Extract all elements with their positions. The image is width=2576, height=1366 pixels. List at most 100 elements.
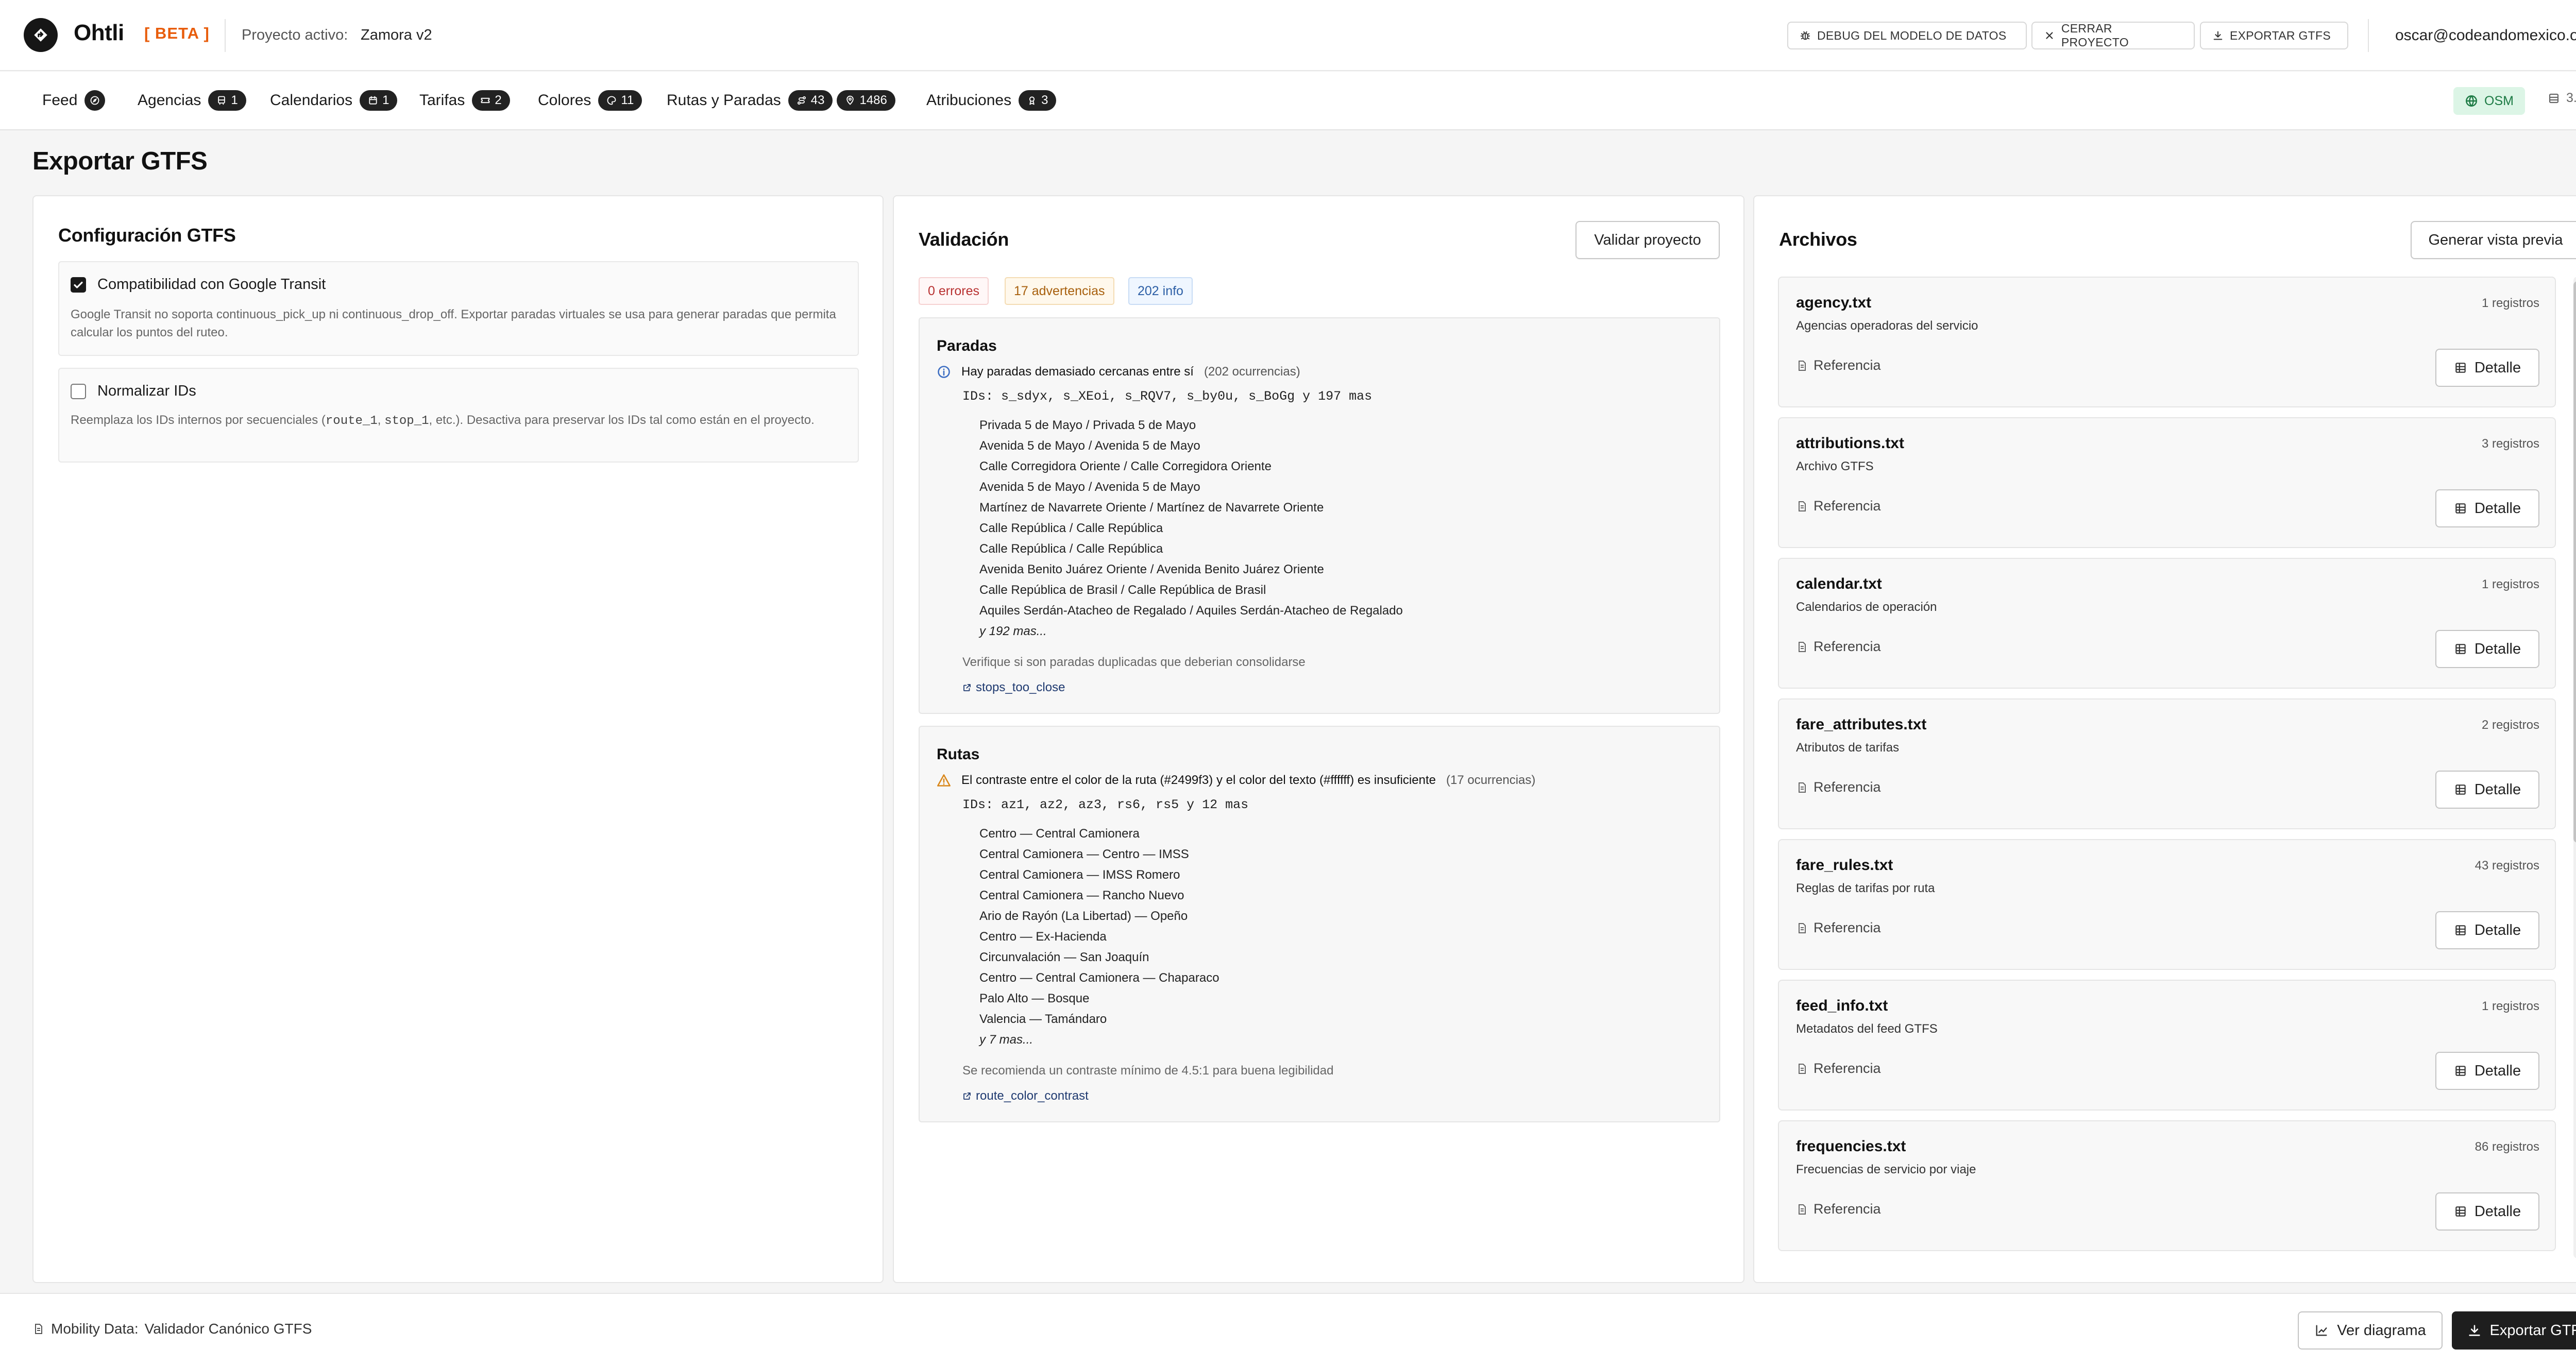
file-record-count: 86 registros [2475, 1140, 2539, 1154]
file-record-count: 1 registros [2481, 577, 2539, 591]
file-reference-link[interactable]: Referencia [1796, 498, 1881, 514]
osm-label: OSM [2484, 93, 2514, 108]
file-description: Reglas de tarifas por ruta [1796, 881, 1935, 895]
warning-icon [937, 773, 951, 788]
file-reference-link[interactable]: Referencia [1796, 639, 1881, 655]
table-icon [2454, 924, 2467, 937]
tarifas-count-badge: 2 [472, 90, 510, 111]
osm-status-badge[interactable]: OSM [2453, 87, 2525, 115]
files-list[interactable]: agency.txt 1 registros Agencias operador… [1778, 277, 2566, 1258]
user-menu[interactable]: oscar@codeandomexico.org [2382, 18, 2576, 53]
file-detail-button[interactable]: Detalle [2435, 1052, 2539, 1090]
table-icon [2454, 642, 2467, 656]
file-reference-link[interactable]: Referencia [1796, 1201, 1881, 1217]
nav-agencias-label: Agencias [138, 92, 201, 109]
file-name: fare_rules.txt [1796, 857, 1893, 874]
user-email: oscar@codeandomexico.org [2395, 27, 2576, 44]
file-name: fare_attributes.txt [1796, 716, 1927, 733]
export-gtfs-button[interactable]: Exportar GTFS [2452, 1311, 2576, 1350]
route-color-contrast-link[interactable]: route_color_contrast [962, 1089, 1089, 1103]
file-reference-link[interactable]: Referencia [1796, 1061, 1881, 1077]
detail-label: Detalle [2474, 781, 2521, 798]
rutas-count-badge: 43 [788, 90, 833, 111]
file-name: frequencies.txt [1796, 1138, 1906, 1155]
file-detail-button[interactable]: Detalle [2435, 771, 2539, 809]
ohtli-logo-icon[interactable] [24, 18, 58, 52]
info-chip[interactable]: 202 info [1128, 277, 1193, 305]
colores-count-badge: 11 [598, 90, 642, 111]
agencias-count: 1 [231, 93, 238, 107]
reference-label: Referencia [1814, 1061, 1881, 1076]
file-reference-link[interactable]: Referencia [1796, 920, 1881, 936]
file-card-frequencies: frequencies.txt 86 registros Frecuencias… [1778, 1120, 2556, 1251]
detail-label: Detalle [2474, 921, 2521, 938]
stops-too-close-link[interactable]: stops_too_close [962, 680, 1065, 695]
files-scrollbar-thumb[interactable] [2573, 281, 2576, 843]
file-reference-link[interactable]: Referencia [1796, 779, 1881, 795]
file-detail-button[interactable]: Detalle [2435, 911, 2539, 949]
nav-item-agencias[interactable]: Agencias 1 [138, 90, 246, 111]
file-card-feed-info: feed_info.txt 1 registros Metadatos del … [1778, 980, 2556, 1111]
file-icon [1796, 781, 1808, 794]
validate-project-button[interactable]: Validar proyecto [1575, 221, 1720, 259]
file-detail-button[interactable]: Detalle [2435, 349, 2539, 387]
nav-item-atribuciones[interactable]: Atribuciones 3 [926, 90, 1057, 111]
normalize-ids-description: Reemplaza los IDs internos por secuencia… [71, 413, 815, 428]
list-item: Calle República / Calle República [979, 521, 1163, 535]
bug-icon [1800, 30, 1811, 41]
routes-list: Centro — Central Camionera Central Camio… [979, 824, 1219, 1050]
mobility-data-value: Validador Canónico GTFS [144, 1321, 312, 1337]
export-gtfs-header-button[interactable]: EXPORTAR GTFS [2200, 22, 2348, 49]
file-detail-button[interactable]: Detalle [2435, 630, 2539, 668]
google-transit-description: Google Transit no soporta continuous_pic… [71, 308, 836, 339]
list-item: Aquiles Serdán-Atacheo de Regalado / Aqu… [979, 604, 1403, 618]
file-detail-button[interactable]: Detalle [2435, 1192, 2539, 1231]
routes-more: y 7 mas... [979, 1033, 1033, 1047]
debug-data-model-button[interactable]: DEBUG DEL MODELO DE DATOS [1787, 22, 2027, 49]
storage-size-value: 3.9 MB [2566, 91, 2576, 105]
warnings-chip[interactable]: 17 advertencias [1005, 277, 1114, 305]
normalize-ids-option: Normalizar IDs Reemplaza los IDs interno… [58, 368, 859, 463]
nav-item-colores[interactable]: Colores 11 [538, 90, 642, 111]
nav-item-feed[interactable]: Feed [42, 90, 106, 111]
file-icon [1796, 922, 1808, 934]
reference-label: Referencia [1814, 498, 1881, 514]
database-icon [2548, 92, 2560, 105]
top-header: Ohtli [ BETA ] Proyecto activo: Zamora v… [0, 0, 2576, 71]
list-item: Calle Corregidora Oriente / Calle Correg… [979, 459, 1272, 473]
stops-message-text: Hay paradas demasiado cercanas entre sí [961, 365, 1194, 379]
compass-icon [90, 95, 100, 106]
nav-item-rutas-paradas[interactable]: Rutas y Paradas 43 1486 [667, 90, 895, 111]
file-detail-button[interactable]: Detalle [2435, 489, 2539, 527]
normalize-ids-checkbox[interactable] [71, 384, 86, 399]
google-transit-checkbox[interactable] [71, 277, 86, 293]
stops-issue-message: Hay paradas demasiado cercanas entre sí … [937, 365, 1300, 379]
file-icon [1796, 1063, 1808, 1075]
nav-item-tarifas[interactable]: Tarifas 2 [419, 90, 510, 111]
routes-validation-group: Rutas El contraste entre el color de la … [919, 726, 1720, 1122]
storage-size: 3.9 MB [2548, 91, 2576, 106]
chart-icon [2314, 1323, 2329, 1338]
generate-preview-button[interactable]: Generar vista previa [2411, 221, 2576, 259]
file-icon [1796, 641, 1808, 653]
list-item: Ario de Rayón (La Libertad) — Opeño [979, 909, 1188, 923]
list-item: Avenida 5 de Mayo / Avenida 5 de Mayo [979, 480, 1200, 494]
close-project-label: CERRAR PROYECTO [2061, 22, 2129, 49]
stops-group-title: Paradas [937, 337, 997, 354]
stops-more: y 192 mas... [979, 624, 1047, 638]
detail-label: Detalle [2474, 359, 2521, 376]
file-description: Metadatos del feed GTFS [1796, 1022, 1938, 1036]
footer-bar: Mobility Data: Validador Canónico GTFS V… [0, 1293, 2576, 1366]
close-project-button[interactable]: CERRAR PROYECTO [2031, 22, 2195, 49]
paradas-count-badge: 1486 [837, 90, 895, 111]
errors-chip[interactable]: 0 errores [919, 277, 989, 305]
download-icon [2212, 30, 2224, 41]
view-diagram-button[interactable]: Ver diagrama [2298, 1311, 2443, 1350]
nav-colores-label: Colores [538, 92, 591, 109]
file-reference-link[interactable]: Referencia [1796, 357, 1881, 373]
calendar-icon [368, 95, 378, 106]
list-item: Calle República / Calle República [979, 542, 1163, 556]
stops-hint: Verifique si son paradas duplicadas que … [962, 655, 1306, 669]
nav-item-calendarios[interactable]: Calendarios 1 [270, 90, 398, 111]
table-icon [2454, 361, 2467, 374]
